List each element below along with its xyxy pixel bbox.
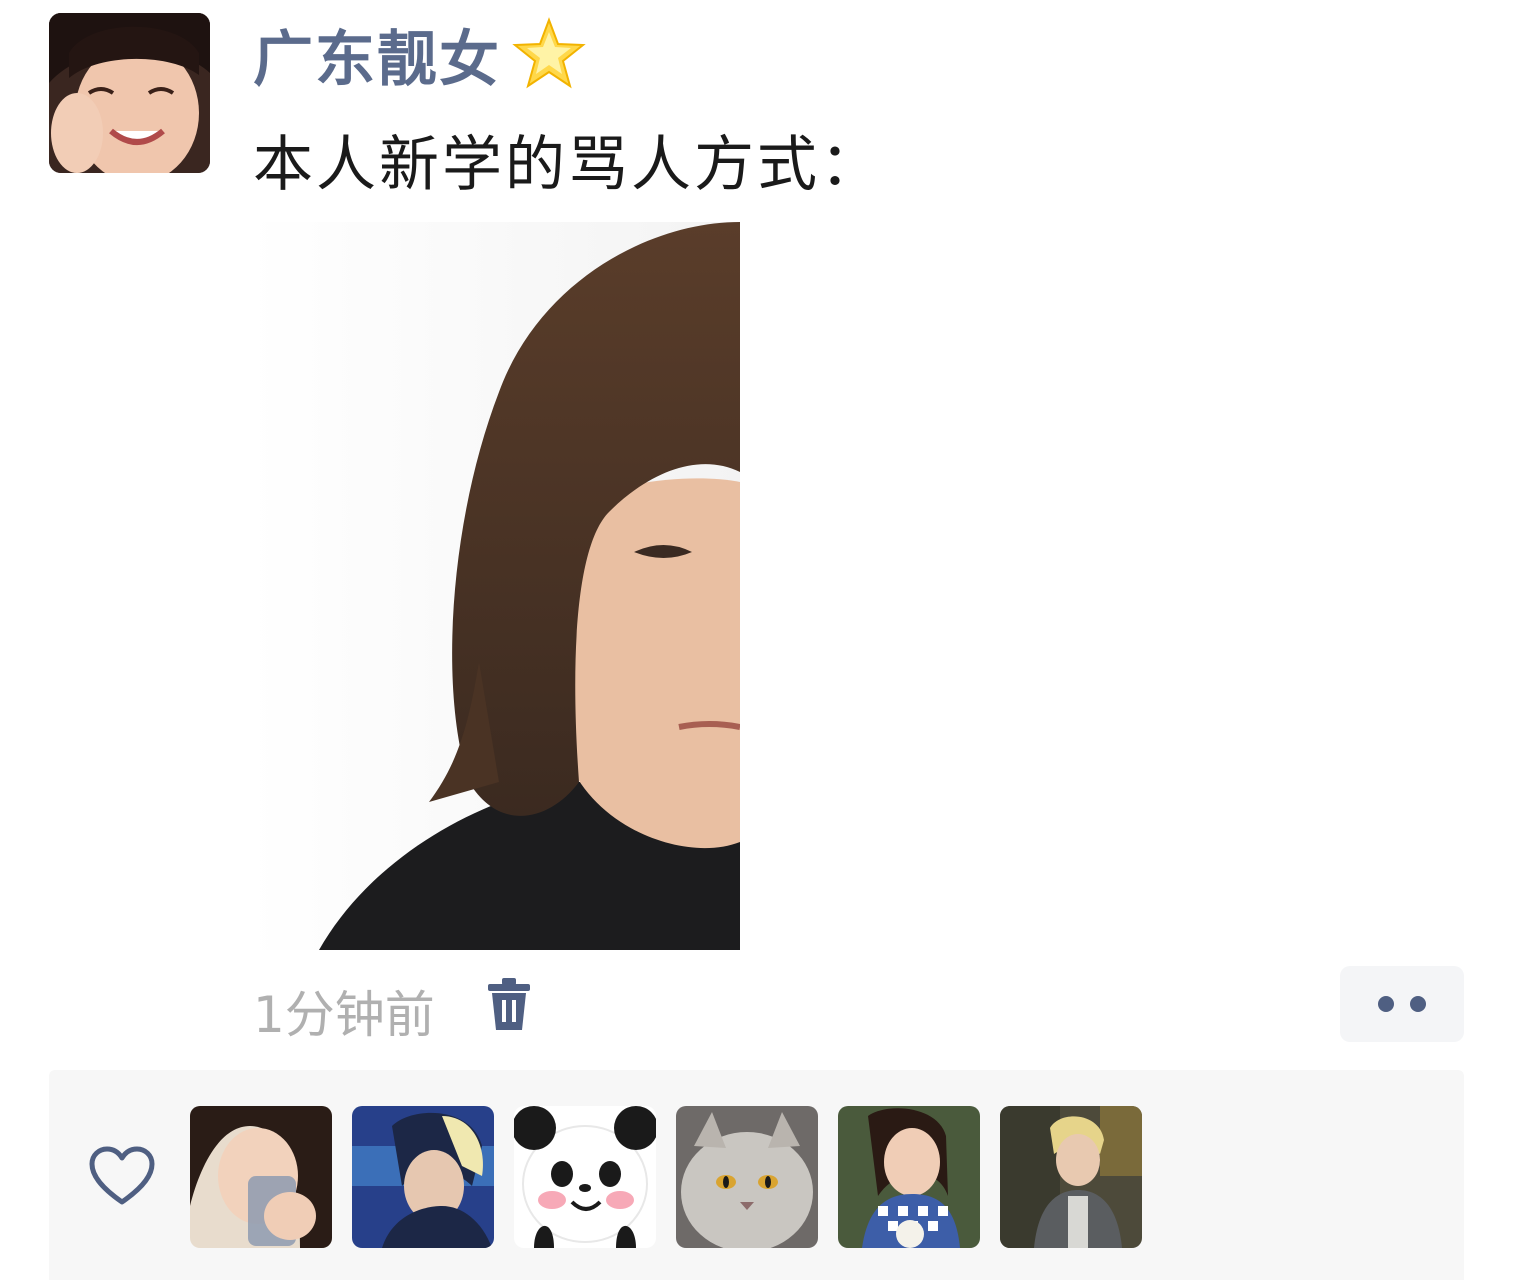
username-text[interactable]: 广东靓女 [253, 11, 501, 98]
liker-avatar-4[interactable] [676, 1106, 818, 1248]
post-image[interactable] [249, 222, 740, 950]
star-icon [512, 17, 586, 89]
more-dots-icon [1410, 996, 1426, 1012]
poster-avatar-image [49, 13, 210, 173]
username[interactable]: 广东靓女 [253, 16, 587, 95]
trash-icon[interactable] [484, 978, 534, 1032]
poster-avatar[interactable] [49, 13, 210, 173]
likes-panel [49, 1070, 1464, 1280]
post-text: 本人新学的骂人方式： [253, 130, 883, 200]
more-options-button[interactable] [1340, 966, 1464, 1042]
heart-icon[interactable] [89, 1146, 155, 1206]
post-timestamp: 1分钟前 [253, 986, 435, 1044]
liker-avatar-1[interactable] [190, 1106, 332, 1248]
post-photo [249, 222, 740, 950]
liker-avatar-3[interactable] [514, 1106, 656, 1248]
more-dots-icon [1378, 996, 1394, 1012]
liker-avatar-5[interactable] [838, 1106, 980, 1248]
liker-avatar-6[interactable] [1000, 1106, 1142, 1248]
liker-avatar-2[interactable] [352, 1106, 494, 1248]
